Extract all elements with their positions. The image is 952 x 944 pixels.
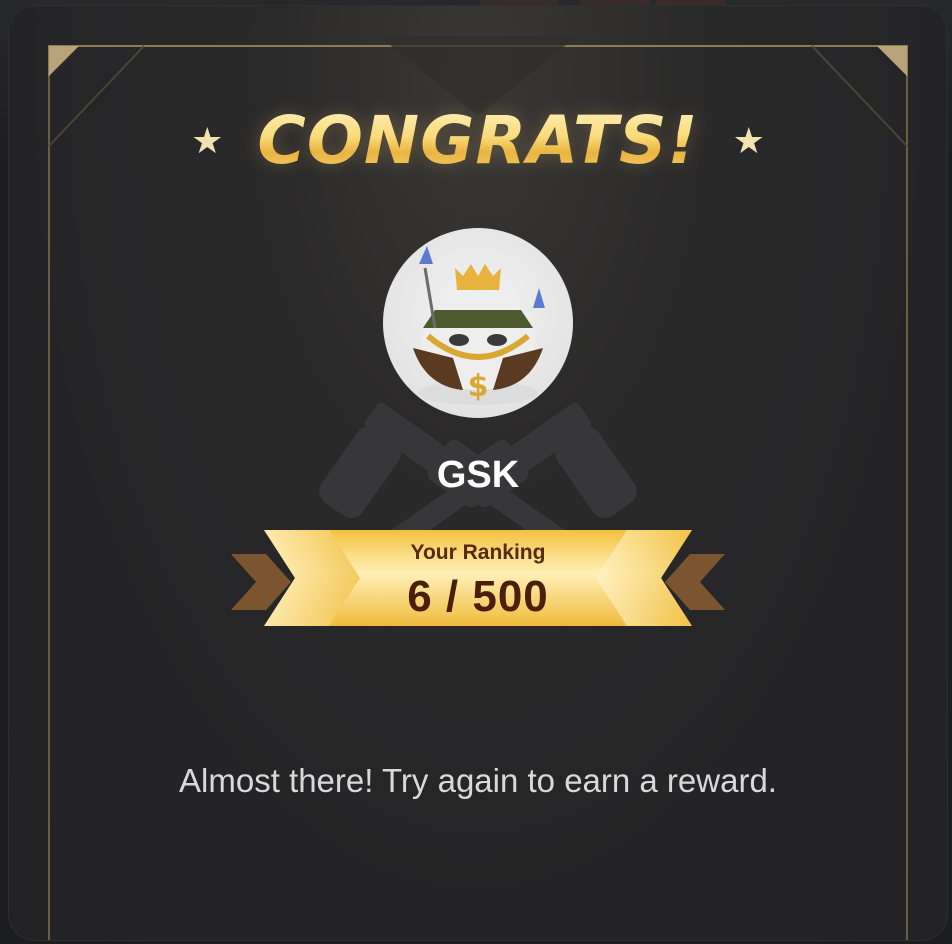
ranking-value: 6 / 500 <box>407 572 549 621</box>
retry-message: Almost there! Try again to earn a reward… <box>179 762 777 799</box>
congrats-modal: ★ CONGRATS! ★ $ GSK Your Ranking 6 / 500… <box>9 6 947 940</box>
ranking-label: Your Ranking <box>410 541 546 564</box>
